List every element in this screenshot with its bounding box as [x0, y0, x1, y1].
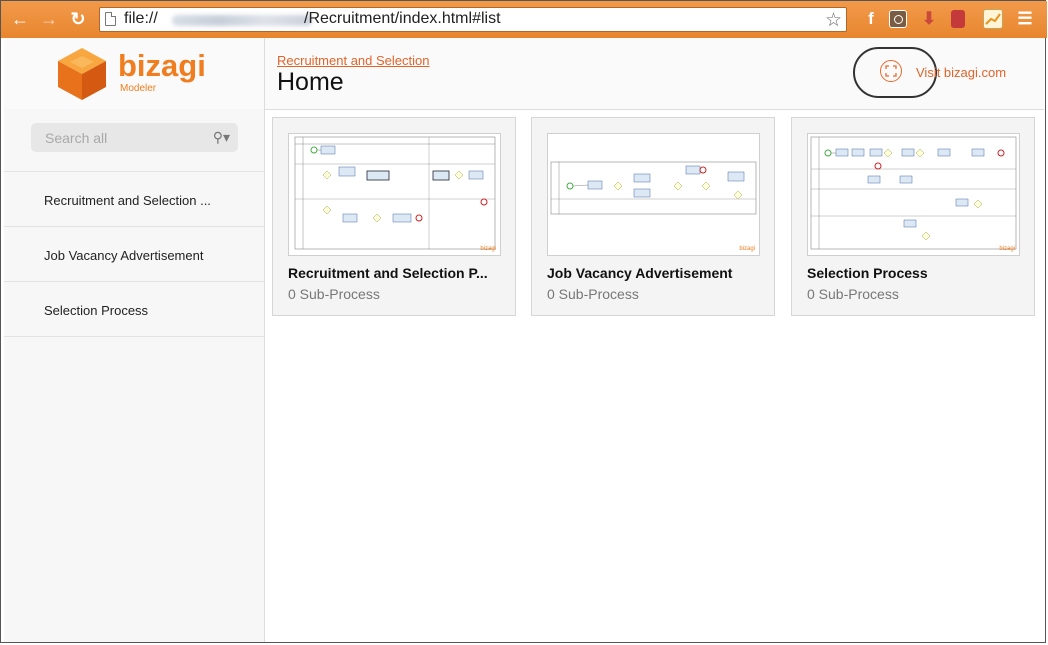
card-subtitle: 0 Sub-Process [807, 286, 899, 302]
search-placeholder: Search all [45, 130, 108, 146]
address-bar[interactable]: file:// /Recruitment/index.html#list ☆ [99, 7, 847, 32]
url-prefix: file:// [124, 10, 158, 27]
card-title: Job Vacancy Advertisement [547, 265, 733, 281]
reload-icon[interactable]: ↻ [68, 9, 88, 29]
url-redacted-path [172, 15, 312, 26]
sidebar-item-label: Selection Process [44, 303, 149, 318]
download-icon[interactable]: ⬇ [919, 9, 939, 29]
diagram-thumbnail: bizagi [288, 133, 501, 256]
logo-text: bizagi [118, 48, 206, 83]
bizagi-watermark: bizagi [480, 246, 496, 252]
card-subtitle: 0 Sub-Process [547, 286, 639, 302]
logo-subtitle: Modeler [120, 83, 157, 94]
sidebar: Search all ⚲▾ Recruitment and Selection … [4, 109, 265, 642]
instagram-icon[interactable] [889, 10, 907, 28]
forward-icon[interactable]: → [39, 9, 59, 29]
visit-bizagi-link[interactable]: Visit bizagi.com [916, 65, 1006, 80]
page-title: Home [277, 68, 344, 96]
sidebar-item-label: Recruitment and Selection ... [44, 193, 211, 208]
facebook-icon[interactable]: f [861, 9, 881, 29]
process-card-job-vacancy-advertisement[interactable]: bizagi Job Vacancy Advertisement 0 Sub-P… [531, 117, 775, 316]
app-header: bizagi Modeler Recruitment and Selection… [4, 38, 1044, 110]
menu-icon[interactable]: ☰ [1015, 9, 1035, 29]
url-path: /Recruitment/index.html#list [304, 10, 501, 27]
search-icon[interactable]: ⚲▾ [213, 129, 230, 146]
search-input[interactable]: Search all ⚲▾ [31, 123, 238, 152]
process-list: Recruitment and Selection ... Job Vacanc… [4, 171, 264, 337]
extension-chart-icon[interactable] [983, 9, 1003, 29]
diagram-thumbnail: bizagi [807, 133, 1020, 256]
card-title: Selection Process [807, 265, 928, 281]
card-title: Recruitment and Selection P... [288, 265, 488, 281]
sidebar-item-recruitment-and-selection[interactable]: Recruitment and Selection ... [4, 172, 264, 227]
page-icon [105, 12, 116, 26]
sidebar-item-selection-process[interactable]: Selection Process [4, 282, 264, 337]
bizagi-watermark: bizagi [739, 246, 755, 252]
bizagi-watermark: bizagi [999, 246, 1015, 252]
browser-toolbar: ← → ↻ file:// /Recruitment/index.html#li… [1, 1, 1047, 38]
logo[interactable]: bizagi Modeler [4, 38, 265, 109]
process-card-recruitment-and-selection[interactable]: bizagi Recruitment and Selection P... 0 … [272, 117, 516, 316]
diagram-thumbnail: bizagi [547, 133, 760, 256]
bizagi-cube-icon [58, 48, 106, 100]
back-icon[interactable]: ← [10, 9, 30, 29]
expand-icon[interactable] [880, 60, 902, 82]
sidebar-item-label: Job Vacancy Advertisement [44, 248, 204, 263]
browser-window: ← → ↻ file:// /Recruitment/index.html#li… [0, 0, 1047, 643]
sidebar-item-job-vacancy-advertisement[interactable]: Job Vacancy Advertisement [4, 227, 264, 282]
card-subtitle: 0 Sub-Process [288, 286, 380, 302]
bookmark-star-icon[interactable]: ☆ [825, 9, 842, 32]
bookmark-icon[interactable] [951, 10, 965, 28]
breadcrumb[interactable]: Recruitment and Selection [277, 53, 429, 68]
process-card-selection-process[interactable]: bizagi Selection Process 0 Sub-Process [791, 117, 1035, 316]
